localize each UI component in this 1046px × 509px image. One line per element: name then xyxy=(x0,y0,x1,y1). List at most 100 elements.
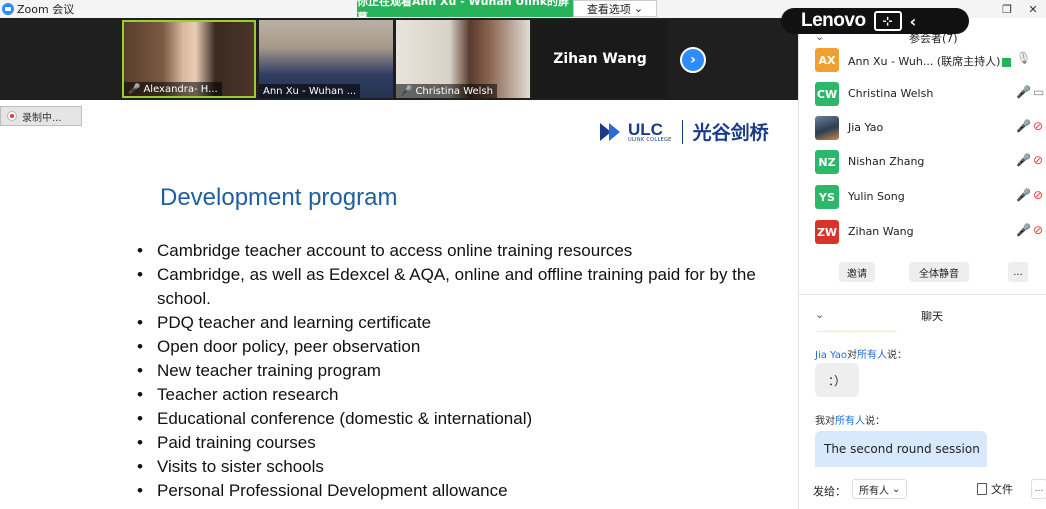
avatar xyxy=(815,116,839,140)
mic-muted-icon: 🎤 xyxy=(1016,119,1031,133)
file-button[interactable]: 文件 xyxy=(977,481,1013,497)
host-badge-icon xyxy=(1002,57,1012,67)
chat-title: 聊天 xyxy=(921,310,943,323)
camera-off-icon: ⊘ xyxy=(1033,188,1044,202)
chat-bubble-own: The second round session xyxy=(815,431,987,467)
participant-name: Ann Xu - Wuhan ... xyxy=(263,85,357,97)
more-options-button[interactable]: ... xyxy=(1031,479,1046,499)
participant-name: Yulin Song xyxy=(848,190,905,203)
recipient-name[interactable]: 所有人 xyxy=(835,416,865,427)
slide-title: Development program xyxy=(160,184,398,211)
camera-off-icon: ⊘ xyxy=(1033,153,1044,167)
recording-indicator[interactable]: 录制中... xyxy=(0,106,82,126)
avatar: YS xyxy=(815,185,839,209)
window-title: Zoom 会议 xyxy=(2,1,74,17)
mute-all-button[interactable]: 全体静音 xyxy=(909,262,969,282)
shared-screen-slide: ULC ULINK COLLEGE 光谷剑桥 Development progr… xyxy=(0,100,798,509)
bullet-list: Cambridge teacher account to access onli… xyxy=(137,239,767,503)
bullet-item: Educational conference (domestic & inter… xyxy=(137,407,767,431)
chat-bubble: ：） xyxy=(815,363,859,397)
sender-name: 我 xyxy=(815,416,825,427)
lenovo-tool-icon[interactable]: ⊹ xyxy=(873,11,902,31)
next-page-button[interactable]: › xyxy=(680,47,706,73)
view-options-label: 查看选项 xyxy=(586,2,631,16)
camera-off-icon: ⊘ xyxy=(1033,223,1044,237)
participant-name: Alexandra- H... xyxy=(143,83,218,95)
bullet-item: Cambridge teacher account to access onli… xyxy=(137,239,767,263)
sender-name[interactable]: Jia Yao xyxy=(815,350,847,361)
participant-row[interactable]: Jia Yao 🎤 ⊘ xyxy=(799,110,1046,144)
participant-row[interactable]: NZ Nishan Zhang 🎤 ⊘ xyxy=(799,144,1046,178)
mic-muted-icon: 🎤 xyxy=(128,83,141,95)
participant-name: Jia Yao xyxy=(848,121,884,134)
avatar: AX xyxy=(815,48,839,72)
mic-muted-icon: 🎤 xyxy=(1016,85,1031,99)
participant-row[interactable]: YS Yulin Song 🎤 ⊘ xyxy=(799,179,1046,213)
view-options-button[interactable]: 查看选项 ⌄ xyxy=(573,0,657,17)
camera-icon: ▭ xyxy=(1033,85,1045,99)
bullet-item: Personal Professional Development allowa… xyxy=(137,479,767,503)
logo-chinese-name: 光谷剑桥 xyxy=(692,122,769,144)
participant-name: Zihan Wang xyxy=(553,51,647,67)
participant-name: Christina Welsh xyxy=(415,85,493,97)
bullet-item: Visits to sister schools xyxy=(137,455,767,479)
participant-row[interactable]: AX Ann Xu - Wuh... (联席主持人) 🎙 xyxy=(799,42,1046,76)
chevron-down-icon: ⌄ xyxy=(633,2,644,15)
bullet-item: Teacher action research xyxy=(137,383,767,407)
side-panel: ⌄ 参会者(7) AX Ann Xu - Wuh... (联席主持人) 🎙 CW… xyxy=(798,18,1046,509)
video-tile-no-camera[interactable]: Zihan Wang xyxy=(532,20,668,98)
participant-row[interactable]: ZW Zihan Wang 🎤 ⊘ xyxy=(799,214,1046,248)
participant-name: Ann Xu - Wuh... (联席主持人) xyxy=(848,53,1012,69)
participant-name: Christina Welsh xyxy=(848,87,934,100)
lenovo-overlay: Lenovo ⊹ ‹ xyxy=(781,8,969,34)
participant-name-text: Ann Xu - Wuh... (联席主持人) xyxy=(848,55,1001,68)
more-options-button[interactable]: ... xyxy=(1008,262,1028,282)
mic-muted-icon: 🎤 xyxy=(1016,153,1031,167)
chat-message-meta: 我对所有人说： xyxy=(815,412,885,427)
window-title-text: Zoom 会议 xyxy=(17,3,75,16)
video-tile-name: 🎤 Christina Welsh xyxy=(396,84,497,98)
zoom-logo-icon xyxy=(2,3,14,15)
bullet-item: Paid training courses xyxy=(137,431,767,455)
logo-subtitle: ULINK COLLEGE xyxy=(628,136,672,143)
ulc-logo-icon xyxy=(600,121,622,143)
participant-name: Nishan Zhang xyxy=(848,155,925,168)
to-word: 对 xyxy=(825,416,835,427)
avatar: NZ xyxy=(815,150,839,174)
mic-muted-icon: 🎤 xyxy=(1016,188,1031,202)
camera-off-icon: ⊘ xyxy=(1033,119,1044,133)
recipient-select[interactable]: 所有人 ⌄ xyxy=(852,479,908,499)
to-word: 对 xyxy=(847,350,858,361)
ulc-logo-text: ULC ULINK COLLEGE xyxy=(628,121,672,143)
video-tile[interactable]: Ann Xu - Wuhan ... xyxy=(259,20,393,98)
zoom-window: Zoom 会议 你正在观看Ann Xu - Wuhan Ulink的屏幕 查看选… xyxy=(0,0,1046,509)
file-icon xyxy=(977,483,987,495)
video-tile-name: 🎤 Alexandra- H... xyxy=(124,82,222,96)
bullet-item: Open door policy, peer observation xyxy=(137,335,767,359)
chevron-down-icon[interactable]: ⌄ xyxy=(815,308,824,321)
said-suffix: 说： xyxy=(887,350,908,361)
recipient-name[interactable]: 所有人 xyxy=(857,350,887,361)
bullet-item: PDQ teacher and learning certificate xyxy=(137,311,767,335)
recipient-value: 所有人 xyxy=(859,485,889,497)
chevron-right-icon: › xyxy=(690,52,696,68)
recording-label: 录制中... xyxy=(22,112,62,124)
video-strip: 🎤 Alexandra- H... Ann Xu - Wuhan ... 🎤 C… xyxy=(0,18,798,100)
mic-muted-icon: 🎤 xyxy=(400,85,413,97)
video-tile[interactable]: 🎤 Christina Welsh 🎤 xyxy=(396,20,530,98)
send-to-label: 发给： xyxy=(813,485,846,498)
video-tile[interactable]: 🎤 Alexandra- H... xyxy=(122,20,256,98)
participant-name: Zihan Wang xyxy=(848,225,914,238)
avatar: CW xyxy=(815,82,839,106)
invite-button[interactable]: 邀请 xyxy=(839,262,875,282)
participant-row[interactable]: CW Christina Welsh 🎤 ▭ xyxy=(799,76,1046,110)
mic-icon: 🎙 xyxy=(1016,51,1032,65)
screen-share-banner: 你正在观看Ann Xu - Wuhan Ulink的屏幕 xyxy=(357,0,573,24)
file-label: 文件 xyxy=(991,483,1013,496)
bullet-item: New teacher training program xyxy=(137,359,767,383)
bullet-item: Cambridge, as well as Edexcel & AQA, onl… xyxy=(137,263,767,311)
chevron-left-icon[interactable]: ‹ xyxy=(910,12,917,31)
close-window-icon[interactable]: ✕ xyxy=(1018,0,1046,18)
avatar: ZW xyxy=(815,220,839,244)
ulink-college-logo: ULC ULINK COLLEGE 光谷剑桥 xyxy=(600,118,769,145)
